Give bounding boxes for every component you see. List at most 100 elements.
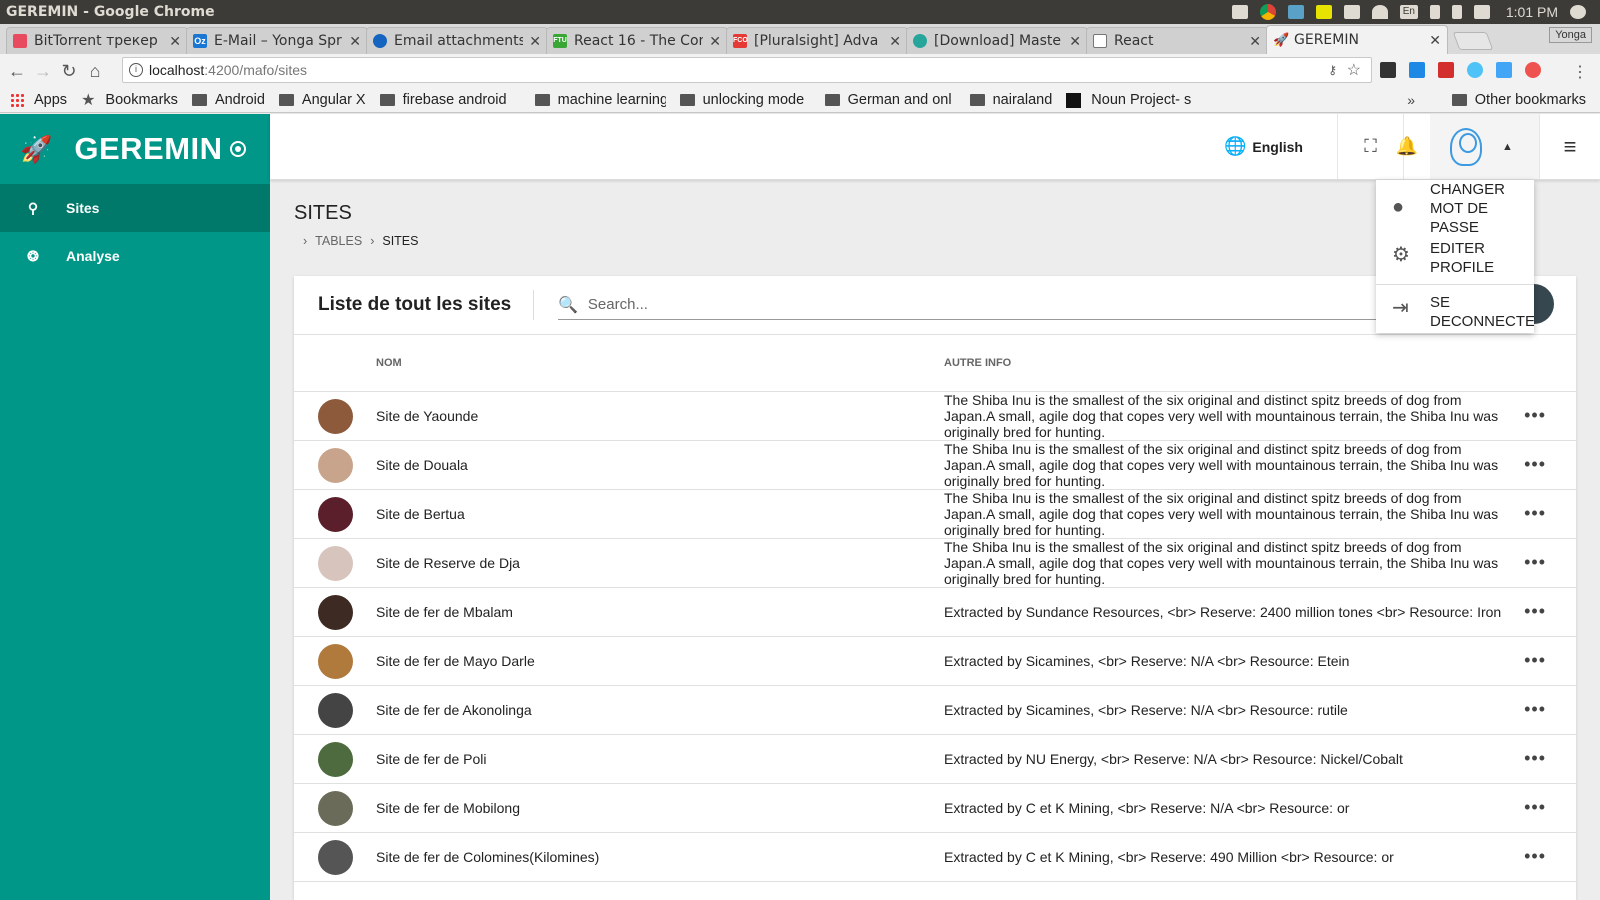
- breadcrumb-item[interactable]: TABLES: [315, 234, 362, 248]
- tab-close-icon[interactable]: ✕: [1429, 32, 1441, 49]
- bookmark-label: Angular X: [301, 92, 366, 108]
- menu-item-change-password[interactable]: ● CHANGER MOT DE PASSE: [1376, 180, 1534, 236]
- menu-item-edit-profile[interactable]: ⚙ EDITER PROFILE: [1376, 234, 1534, 282]
- table-row[interactable]: Site de fer de Akonolinga Extracted by Si…: [294, 686, 1576, 735]
- more-horiz-icon[interactable]: •••: [1524, 405, 1546, 426]
- tab-close-icon[interactable]: ✕: [349, 33, 361, 50]
- browser-tab[interactable]: FCO [Pluralsight] Adva ✕: [726, 27, 908, 54]
- account-circle-icon: ●: [1392, 196, 1405, 218]
- cloud-icon[interactable]: [1467, 62, 1483, 78]
- bookmark-star-icon[interactable]: ☆: [1347, 60, 1361, 80]
- extensions: [1380, 62, 1541, 78]
- reload-icon[interactable]: ↻: [56, 61, 82, 82]
- power-gear-icon[interactable]: [1570, 5, 1586, 19]
- table-row[interactable]: Site de Douala The Shiba Inu is the small…: [294, 441, 1576, 490]
- notes-icon[interactable]: [1315, 5, 1332, 19]
- table-row[interactable]: Site de fer de Mobilong Extracted by C et…: [294, 784, 1576, 833]
- bookmark-folder[interactable]: Angular X: [278, 92, 366, 108]
- more-horiz-icon[interactable]: •••: [1524, 601, 1546, 622]
- bookmark-noun-project[interactable]: Noun Project- s: [1066, 92, 1201, 108]
- clipboard-icon[interactable]: [1343, 5, 1360, 19]
- keyboard-layout-icon[interactable]: En: [1399, 5, 1418, 19]
- screenshot-icon[interactable]: [1496, 62, 1512, 78]
- browser-tab[interactable]: React ✕: [1086, 27, 1268, 54]
- more-horiz-icon[interactable]: •••: [1524, 748, 1546, 769]
- home-icon[interactable]: ⌂: [82, 61, 108, 82]
- tab-close-icon[interactable]: ✕: [529, 33, 541, 50]
- sidebar-toggle-icon[interactable]: [230, 141, 246, 157]
- image-icon[interactable]: [1231, 5, 1248, 19]
- column-header-nom[interactable]: NOM: [376, 357, 402, 369]
- more-horiz-icon[interactable]: •••: [1524, 846, 1546, 867]
- table-row[interactable]: Site de Yaounde The Shiba Inu is the smal…: [294, 392, 1576, 441]
- search-input[interactable]: 🔍 Search...: [558, 290, 1388, 320]
- key-icon[interactable]: ⚷: [1328, 63, 1337, 77]
- avatar: [318, 399, 353, 434]
- site-info: The Shiba Inu is the smallest of the six…: [944, 490, 1499, 538]
- sidebar-item-sites[interactable]: ⚲ Sites: [0, 184, 270, 232]
- chrome-icon[interactable]: [1259, 4, 1276, 20]
- more-horiz-icon[interactable]: •••: [1524, 699, 1546, 720]
- chrome-menu-icon[interactable]: ⋮: [1572, 62, 1588, 82]
- brand: 🚀 GEREMIN: [0, 114, 270, 184]
- tab-close-icon[interactable]: ✕: [709, 33, 721, 50]
- site-name: Site de fer de Mobilong: [376, 800, 520, 816]
- breadcrumb-current: SITES: [382, 234, 419, 248]
- bookmark-apps[interactable]: Apps: [10, 92, 67, 108]
- bookmark-folder[interactable]: firebase android: [379, 92, 521, 108]
- bookmark-folder[interactable]: unlocking mode: [679, 92, 811, 108]
- more-horiz-icon[interactable]: •••: [1524, 797, 1546, 818]
- back-icon[interactable]: ←: [4, 61, 30, 82]
- browser-tab[interactable]: [Download] Maste ✕: [906, 27, 1088, 54]
- tab-close-icon[interactable]: ✕: [1249, 33, 1261, 50]
- address-bar[interactable]: i localhost:4200/mafo/sites ⚷ ☆: [122, 57, 1372, 83]
- pocket-icon[interactable]: [1525, 62, 1541, 78]
- menu-item-logout[interactable]: ⇥ SE DECONNECTER: [1376, 285, 1534, 333]
- chat-icon[interactable]: [1409, 62, 1425, 78]
- bookmark-folder[interactable]: nairaland: [969, 92, 1052, 108]
- tab-close-icon[interactable]: ✕: [1069, 33, 1081, 50]
- info-icon[interactable]: i: [129, 63, 143, 77]
- bookmark-folder[interactable]: Android: [191, 92, 265, 108]
- new-tab-button[interactable]: [1452, 32, 1494, 50]
- notifications-button[interactable]: 🔔: [1382, 114, 1432, 179]
- tab-close-icon[interactable]: ✕: [889, 33, 901, 50]
- more-bookmarks-chevron-icon[interactable]: »: [1407, 92, 1415, 108]
- bookmark-ext-icon[interactable]: [1438, 62, 1454, 78]
- profile-button[interactable]: Yonga: [1549, 27, 1592, 43]
- volume-icon[interactable]: [1473, 5, 1490, 19]
- table-row[interactable]: Site de fer de Colomines(Kilomines) Extra…: [294, 833, 1576, 882]
- language-selector[interactable]: 🌐 English: [1210, 114, 1338, 179]
- wifi-icon[interactable]: [1371, 5, 1388, 19]
- more-horiz-icon[interactable]: •••: [1524, 503, 1546, 524]
- browser-tab[interactable]: BitTorrent трекер ✕: [6, 27, 188, 54]
- browser-tab[interactable]: Email attachments ✕: [366, 27, 548, 54]
- browser-tab-active[interactable]: 🚀 GEREMIN ✕: [1266, 25, 1448, 54]
- menu-icon[interactable]: ≡: [1540, 114, 1600, 179]
- site-name: Site de Reserve de Dja: [376, 555, 520, 571]
- table-row[interactable]: Site de Bertua The Shiba Inu is the small…: [294, 490, 1576, 539]
- table-row[interactable]: Site de fer de Mayo Darle Extracted by Si…: [294, 637, 1576, 686]
- column-header-info[interactable]: AUTRE INFO: [944, 357, 1011, 369]
- user-menu-button[interactable]: ▲: [1430, 114, 1540, 179]
- table-row[interactable]: Site de fer de Mbalam Extracted by Sundan…: [294, 588, 1576, 637]
- bookmark-bookmarks[interactable]: ★ Bookmarks: [81, 90, 178, 110]
- tab-close-icon[interactable]: ✕: [169, 33, 181, 50]
- apps-grid-icon[interactable]: [1380, 62, 1396, 78]
- bookmark-folder[interactable]: German and onl: [824, 92, 956, 108]
- forward-icon[interactable]: →: [30, 61, 56, 82]
- bookmark-folder[interactable]: machine learning: [534, 92, 666, 108]
- network-monitor-icon[interactable]: [1287, 5, 1304, 19]
- more-horiz-icon[interactable]: •••: [1524, 650, 1546, 671]
- browser-tab[interactable]: FTU React 16 - The Com ✕: [546, 27, 728, 54]
- bluetooth-icon[interactable]: [1429, 5, 1440, 19]
- sidebar-item-analyse[interactable]: ❂ Analyse: [0, 232, 270, 280]
- bookmark-other[interactable]: Other bookmarks: [1451, 92, 1586, 108]
- table-row[interactable]: Site de Reserve de Dja The Shiba Inu is t…: [294, 539, 1576, 588]
- more-horiz-icon[interactable]: •••: [1524, 552, 1546, 573]
- battery-icon[interactable]: [1451, 5, 1462, 19]
- table-row[interactable]: Site de fer de Poli Extracted by NU Energ…: [294, 735, 1576, 784]
- browser-tab[interactable]: Oz E-Mail – Yonga Spr ✕: [186, 27, 368, 54]
- clock[interactable]: 1:01 PM: [1506, 4, 1558, 20]
- more-horiz-icon[interactable]: •••: [1524, 454, 1546, 475]
